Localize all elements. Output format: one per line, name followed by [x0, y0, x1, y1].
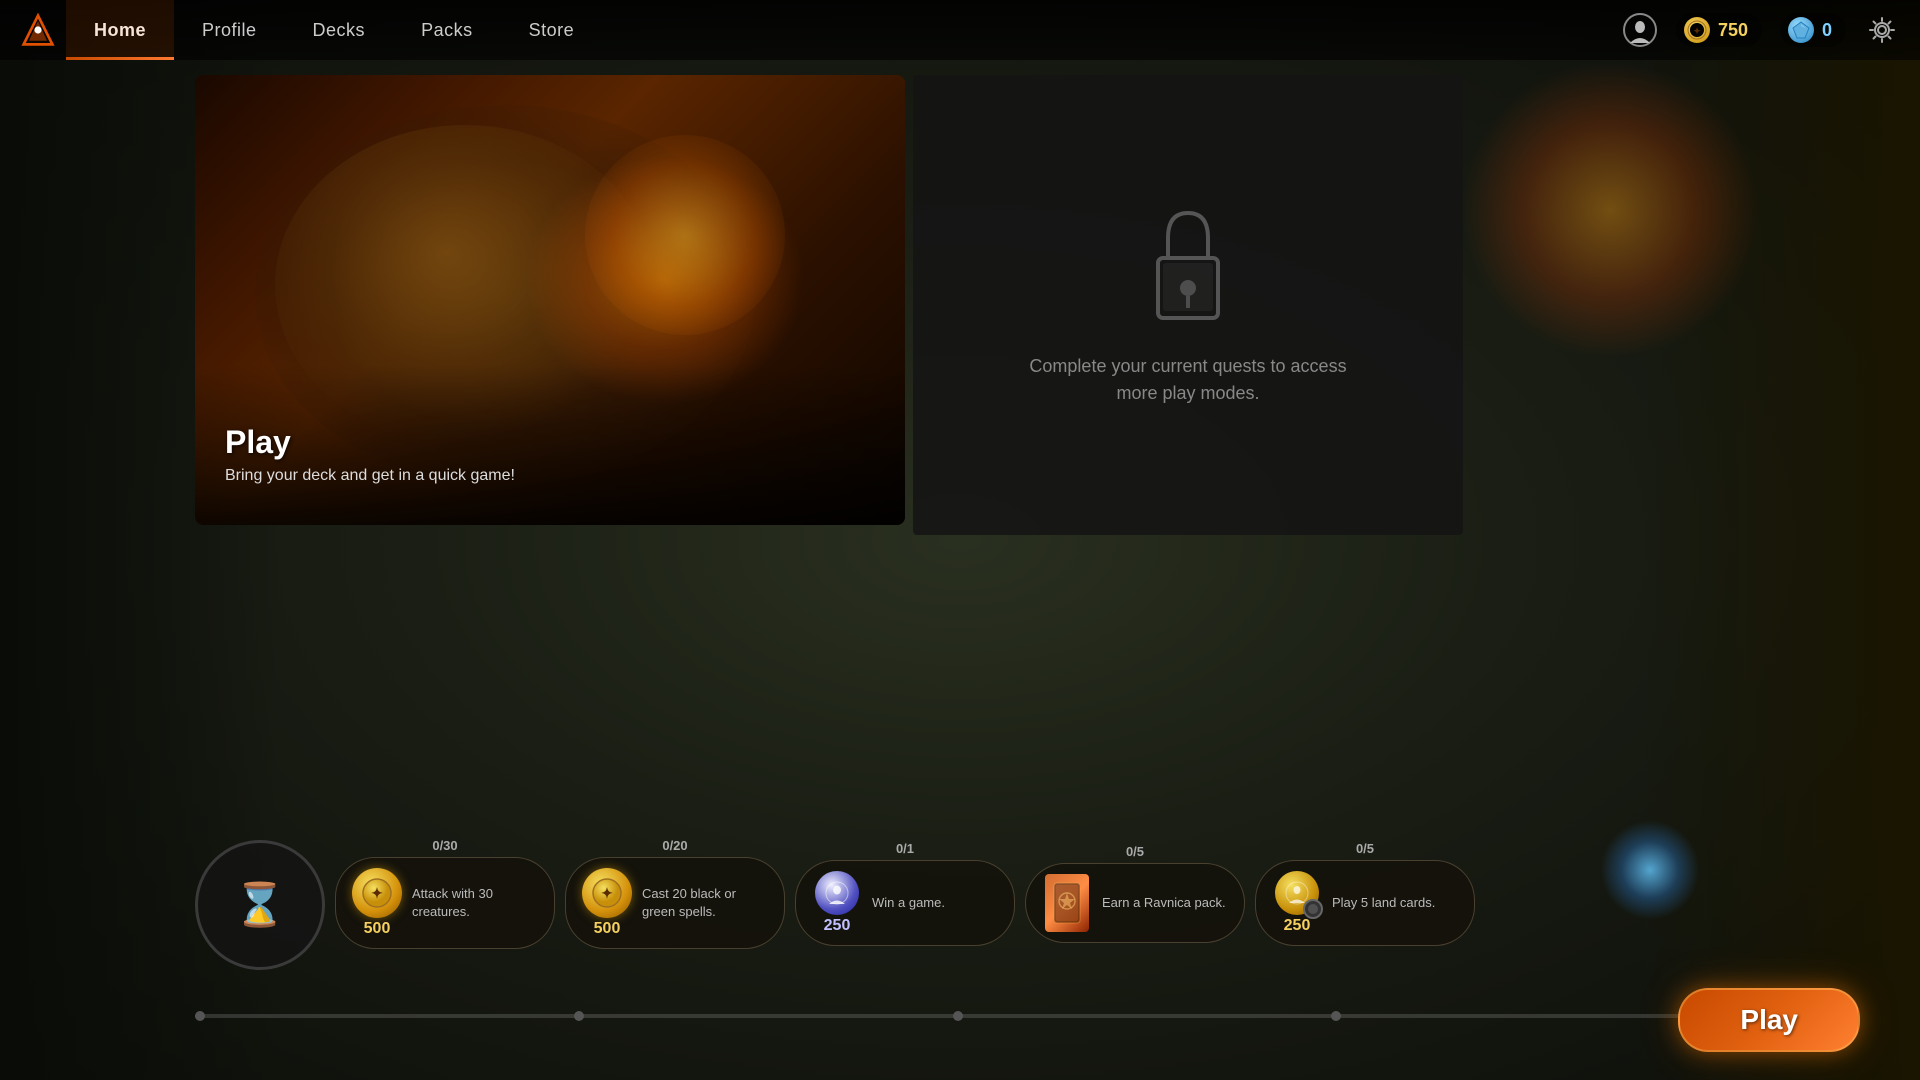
nav-tab-packs[interactable]: Packs [393, 0, 501, 60]
quest-progress-3: 0/1 [896, 841, 914, 856]
quest-2-reward: ✦ 500 [582, 868, 632, 938]
timer-progress-label [258, 817, 262, 832]
quest-4-pill: Earn a Ravnica pack. [1025, 863, 1245, 943]
locked-message: Complete your current quests to access m… [1028, 353, 1348, 407]
quest-card-pack[interactable]: 0/5 Earn a Ravnica pack. [1025, 844, 1245, 943]
play-card-subtitle: Bring your deck and get in a quick game! [225, 467, 515, 485]
svg-text:✦: ✦ [601, 885, 613, 901]
quest-2-value: 500 [594, 920, 621, 938]
quest-3-reward: 250 [812, 871, 862, 935]
quest-1-reward: ✦ 500 [352, 868, 402, 938]
nav-tabs: Home Profile Decks Packs Store [66, 0, 602, 60]
tick-4 [1331, 1011, 1341, 1021]
quest-1-text: Attack with 30 creatures. [412, 885, 538, 921]
settings-button[interactable] [1864, 12, 1900, 48]
gold-icon: ✦ [1684, 17, 1710, 43]
quest-cast-spells[interactable]: 0/20 ✦ 500 Cast 20 black or green spells… [565, 838, 785, 949]
quest-1-value: 500 [364, 920, 391, 938]
nav-right: ✦ 750 0 [1622, 12, 1900, 48]
lock-icon [1138, 203, 1238, 333]
gold-currency[interactable]: ✦ 750 [1676, 13, 1762, 47]
gems-amount: 0 [1822, 20, 1832, 41]
gems-currency[interactable]: 0 [1780, 13, 1846, 47]
hourglass-icon: ⌛ [234, 881, 286, 930]
quest-5-text: Play 5 land cards. [1332, 894, 1458, 912]
nav-tab-profile[interactable]: Profile [174, 0, 285, 60]
navbar: Home Profile Decks Packs Store [0, 0, 1920, 60]
svg-text:✦: ✦ [371, 885, 383, 901]
nav-tab-store[interactable]: Store [501, 0, 603, 60]
play-card-primary[interactable]: Play Bring your deck and get in a quick … [195, 75, 905, 525]
quest-3-pill: 250 Win a game. [795, 860, 1015, 946]
quest-timer: ⌛ [195, 817, 325, 970]
progress-track [195, 1014, 1720, 1018]
quest-5-sub-icon [1303, 899, 1323, 919]
quest-2-pill: ✦ 500 Cast 20 black or green spells. [565, 857, 785, 949]
svg-text:✦: ✦ [1693, 26, 1701, 36]
quest-attack-creatures[interactable]: 0/30 ✦ 500 Attack with 30 creatures. [335, 838, 555, 949]
quest-2-gold-icon: ✦ [582, 868, 632, 918]
play-button[interactable]: Play [1678, 988, 1860, 1052]
quests-row: ⌛ 0/30 ✦ 500 Attack with 30 creatures. 0… [195, 817, 1900, 970]
planeswalker-icon-btn[interactable] [1622, 12, 1658, 48]
quest-5-icon-wrapper [1275, 871, 1319, 915]
quest-2-text: Cast 20 black or green spells. [642, 885, 768, 921]
mtg-logo-icon [20, 12, 56, 48]
quest-progress-2: 0/20 [662, 838, 687, 853]
quest-play-lands[interactable]: 0/5 [1255, 841, 1475, 946]
quest-win-game[interactable]: 0/1 250 Win a game. [795, 841, 1015, 946]
tick-2 [574, 1011, 584, 1021]
quest-5-reward: 250 [1272, 871, 1322, 935]
progress-bar-section [195, 1014, 1720, 1018]
nav-tab-decks[interactable]: Decks [285, 0, 394, 60]
lock-icon-svg [1138, 203, 1238, 333]
quest-progress-1: 0/30 [432, 838, 457, 853]
play-card-secondary: Complete your current quests to access m… [913, 75, 1463, 535]
quest-1-pill: ✦ 500 Attack with 30 creatures. [335, 857, 555, 949]
nav-logo[interactable] [20, 12, 56, 48]
timer-circle: ⌛ [195, 840, 325, 970]
play-cards-area: Play Bring your deck and get in a quick … [195, 75, 1463, 535]
quest-progress-4: 0/5 [1126, 844, 1144, 859]
quest-3-text: Win a game. [872, 894, 998, 912]
quest-4-reward [1042, 874, 1092, 932]
quest-5-value: 250 [1284, 917, 1311, 935]
tick-3 [953, 1011, 963, 1021]
gem-icon [1788, 17, 1814, 43]
gear-icon [1868, 16, 1896, 44]
planeswalker-reward-icon [815, 871, 859, 915]
gold-amount: 750 [1718, 20, 1748, 41]
play-button-label: Play [1740, 1004, 1798, 1035]
card-pack-icon [1045, 874, 1089, 932]
planeswalker-icon [1623, 13, 1657, 47]
nav-tab-home[interactable]: Home [66, 0, 174, 60]
play-card-title: Play [225, 424, 515, 461]
tick-1 [195, 1011, 205, 1021]
quest-5-pill: 250 Play 5 land cards. [1255, 860, 1475, 946]
progress-ticks [195, 1011, 1720, 1021]
quest-progress-5: 0/5 [1356, 841, 1374, 856]
quest-4-text: Earn a Ravnica pack. [1102, 894, 1228, 912]
quest-3-value: 250 [824, 917, 851, 935]
quest-1-gold-icon: ✦ [352, 868, 402, 918]
